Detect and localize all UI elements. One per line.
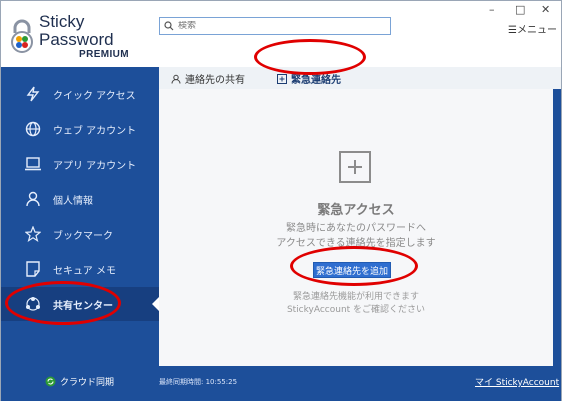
contacts-icon [171, 74, 181, 84]
lightning-icon [23, 84, 43, 104]
emergency-note-line1: 緊急連絡先機能が利用できます [292, 292, 419, 302]
person-icon [23, 189, 43, 209]
tab-label: 連絡先の共有 [185, 75, 245, 86]
laptop-icon [23, 154, 43, 174]
app-window: Sticky Password PREMIUM – □ ✕ ☰メニュー クイック… [0, 0, 562, 401]
sidebar-item-label: ウェブ アカウント [53, 125, 137, 137]
sidebar-item-quick-access[interactable]: クイック アクセス [1, 77, 159, 111]
emergency-desc-line2: アクセスできる連絡先を指定します [276, 238, 436, 249]
sidebar-item-label: クイック アクセス [53, 90, 136, 102]
logo-line2: Password [39, 30, 114, 49]
sidebar-item-sharing-center[interactable]: 共有センター [1, 287, 160, 321]
share-icon [23, 294, 43, 314]
tab-label: 緊急連絡先 [291, 75, 341, 86]
emergency-note-line2: StickyAccount をご確認ください [286, 305, 426, 315]
tab-emergency-contacts[interactable]: 緊急連絡先 [277, 71, 341, 86]
close-button[interactable]: ✕ [541, 3, 550, 16]
add-emergency-icon [339, 151, 371, 183]
cloud-sync-button[interactable]: クラウド同期 [45, 375, 114, 388]
globe-icon [23, 119, 43, 139]
my-account-link[interactable]: マイ StickyAccount [475, 375, 559, 388]
emergency-desc-line1: 緊急時にあなたのパスワードへ [286, 223, 426, 234]
plus-square-icon [277, 73, 287, 84]
last-sync-time: 最終同期時間: 10:55:25 [159, 378, 238, 386]
sidebar-item-app-accounts[interactable]: アプリ アカウント [1, 147, 159, 181]
logo-line1: Sticky [39, 12, 85, 31]
sidebar-item-bookmarks[interactable]: ブックマーク [1, 217, 159, 251]
sharing-panel: 連絡先の共有 緊急連絡先 緊急アクセス 緊急時にあなたのパスワードへ アクセスで… [159, 67, 561, 366]
tab-contact-sharing[interactable]: 連絡先の共有 [171, 71, 245, 86]
star-icon [23, 224, 43, 244]
sync-icon [45, 376, 56, 387]
header: Sticky Password PREMIUM – □ ✕ ☰メニュー [1, 1, 561, 67]
maximize-button[interactable]: □ [515, 3, 525, 16]
add-emergency-contact-button[interactable]: 緊急連絡先を追加 [313, 262, 391, 278]
minimize-button[interactable]: – [489, 3, 495, 16]
search-icon [164, 21, 174, 31]
emergency-content: 緊急アクセス 緊急時にあなたのパスワードへ アクセスできる連絡先を指定します 緊… [159, 89, 553, 366]
logo-line3: PREMIUM [79, 49, 130, 60]
sidebar-item-label: ブックマーク [53, 230, 113, 242]
cloud-sync-label: クラウド同期 [60, 378, 115, 388]
emergency-title: 緊急アクセス [317, 203, 395, 218]
sidebar-item-secure-memo[interactable]: セキュア メモ [1, 252, 159, 286]
menu-button[interactable]: ☰メニュー [508, 21, 557, 36]
logo-text: Sticky Password PREMIUM [39, 13, 129, 60]
note-icon [23, 259, 43, 279]
lock-logo-icon [11, 19, 33, 53]
sidebar-item-personal-info[interactable]: 個人情報 [1, 182, 159, 216]
sidebar: クイック アクセス ウェブ アカウント アプリ アカウント 個人情報 ブックマー… [1, 67, 160, 401]
search-input[interactable] [178, 21, 378, 31]
tab-bar: 連絡先の共有 緊急連絡先 [159, 67, 561, 89]
sidebar-item-label: セキュア メモ [53, 265, 116, 277]
sidebar-item-label: 共有センター [53, 300, 113, 312]
search-box[interactable] [159, 17, 391, 35]
sidebar-item-label: アプリ アカウント [53, 160, 137, 172]
sidebar-item-web-accounts[interactable]: ウェブ アカウント [1, 112, 159, 146]
main-content: 連絡先の共有 緊急連絡先 緊急アクセス 緊急時にあなたのパスワードへ アクセスで… [159, 67, 561, 401]
sidebar-item-label: 個人情報 [53, 195, 93, 207]
menu-label: ☰メニュー [508, 25, 557, 36]
app-logo: Sticky Password PREMIUM [9, 11, 139, 60]
